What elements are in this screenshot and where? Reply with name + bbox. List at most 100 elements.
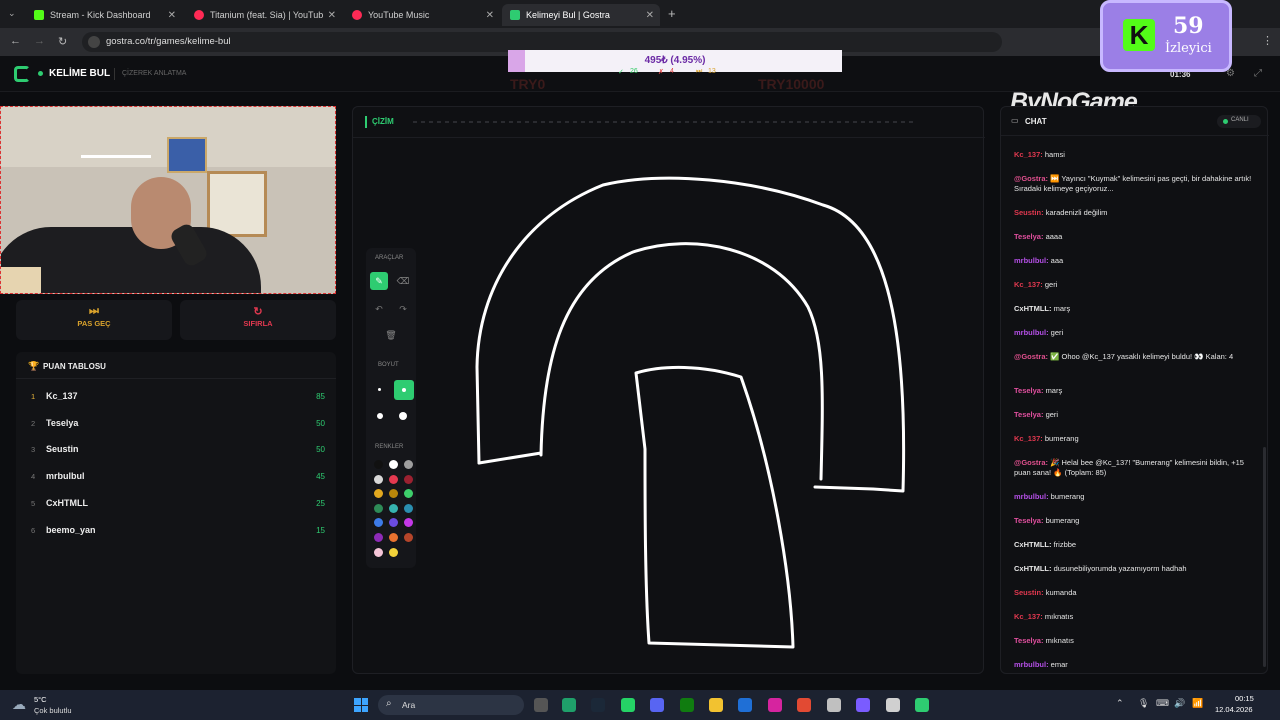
edge-browser-icon[interactable] [738,698,752,712]
chat-username[interactable]: @Gostra: [1014,174,1048,183]
chat-username[interactable]: CxHTMLL: [1014,304,1052,313]
app-icon[interactable] [856,698,870,712]
color-swatch[interactable] [374,474,383,484]
chat-username[interactable]: Teselya: [1014,636,1043,645]
tray-chevron-icon[interactable]: ⌃ [1116,698,1124,709]
chat-text: mıknatıs [1045,636,1074,645]
color-swatch[interactable] [404,474,413,484]
back-icon[interactable]: ← [10,35,21,47]
color-swatch[interactable] [374,489,383,499]
chat-username[interactable]: Teselya: [1014,386,1043,395]
size-small-button[interactable] [378,388,381,391]
close-icon[interactable]: ✕ [328,10,336,21]
site-info-icon[interactable] [88,36,100,48]
color-swatch[interactable] [374,460,383,469]
redo-button[interactable]: ↷ [394,300,412,318]
size-large-button[interactable] [377,413,383,419]
color-swatch[interactable] [389,533,398,542]
color-swatch[interactable] [404,460,413,469]
start-button[interactable] [354,698,368,712]
color-swatch[interactable] [374,547,383,557]
chat-text: dusunebiliyorumda yazamıyorm hadhah [1053,564,1187,573]
leaderboard-row: 2 Teselya 50 [16,415,336,435]
chat-username[interactable]: Teselya: [1014,410,1043,419]
weather-icon[interactable]: ☁ [12,696,26,713]
browser-tab-bar: ⌄ Stream - Kick Dashboard ✕ Titanium (fe… [0,0,1280,28]
chat-username[interactable]: Teselya: [1014,232,1043,241]
fullscreen-icon[interactable]: ⤢ [1254,68,1262,79]
color-swatch[interactable] [404,518,413,528]
discord-icon[interactable] [650,698,664,712]
color-swatch[interactable] [389,489,398,499]
chat-username[interactable]: @Gostra: [1014,352,1048,361]
gostra-app-icon[interactable] [915,698,929,712]
pass-button[interactable]: ⏭ PAS GEÇ [16,300,172,340]
color-swatch[interactable] [374,533,383,542]
chat-username[interactable]: mrbulbul: [1014,660,1049,669]
color-swatch[interactable] [389,518,398,528]
search-box[interactable]: ⌕ Ara [378,695,524,715]
color-swatch[interactable] [374,518,383,528]
tab-list-icon[interactable]: ⌄ [8,8,16,19]
color-swatch[interactable] [404,503,413,513]
new-tab-button[interactable]: + [668,6,676,21]
xbox-icon[interactable] [680,698,694,712]
chat-username[interactable]: Kc_137: [1014,150,1043,159]
wifi-icon[interactable]: 📶 [1192,698,1203,709]
photos-icon[interactable] [827,698,841,712]
undo-button[interactable]: ↶ [370,300,388,318]
volume-icon[interactable]: 🔊 [1174,698,1185,709]
close-icon[interactable]: ✕ [646,10,654,21]
color-swatch[interactable] [389,503,398,513]
color-swatch[interactable] [389,547,398,557]
chat-username[interactable]: Teselya: [1014,516,1043,525]
chat-username[interactable]: CxHTMLL: [1014,540,1052,549]
mic-icon[interactable]: 🎙 [1138,698,1149,709]
menu-icon[interactable]: ⋮ [1262,34,1273,47]
chrome-icon[interactable] [797,698,811,712]
reload-icon[interactable]: ↻ [58,35,67,48]
tab-youtube-music[interactable]: YouTube Music ✕ [344,4,500,26]
file-explorer-icon[interactable] [709,698,723,712]
size-medium-button[interactable] [394,380,414,400]
chat-username[interactable]: Kc_137: [1014,612,1043,621]
tab-kick-dashboard[interactable]: Stream - Kick Dashboard ✕ [26,4,182,26]
chat-username[interactable]: mrbulbul: [1014,256,1049,265]
url-field[interactable]: gostra.co/tr/games/kelime-bul [82,32,1002,52]
network-icon[interactable]: ⌨ [1156,698,1169,709]
player-name: CxHTMLL [46,497,88,508]
trash-button[interactable]: 🗑 [382,326,400,344]
whatsapp-icon[interactable] [621,698,635,712]
instagram-icon[interactable] [768,698,782,712]
close-icon[interactable]: ✕ [486,10,494,21]
color-swatch[interactable] [404,489,413,499]
edge-icon[interactable] [562,698,576,712]
color-swatch[interactable] [404,533,413,542]
chat-username[interactable]: Seustin: [1014,208,1044,217]
chat-username[interactable]: CxHTMLL: [1014,564,1052,573]
size-xlarge-button[interactable] [399,412,407,420]
eraser-tool-button[interactable]: ⌫ [394,272,412,290]
gostra-logo-icon[interactable] [14,66,30,82]
reset-button[interactable]: ↻ SIFIRLA [180,300,336,340]
kick-logo-icon: K [1123,19,1155,51]
pencil-tool-button[interactable]: ✎ [370,272,388,290]
chat-username[interactable]: mrbulbul: [1014,328,1049,337]
chrome-active-icon[interactable] [886,698,900,712]
color-swatch[interactable] [389,460,398,469]
color-swatch[interactable] [374,503,383,513]
steam-icon[interactable] [591,698,605,712]
close-icon[interactable]: ✕ [168,10,176,21]
chat-username[interactable]: Kc_137: [1014,434,1043,443]
taskview-icon[interactable] [534,698,548,712]
tab-kelimeyi-bul[interactable]: Kelimeyi Bul | Gostra ✕ [502,4,660,26]
tab-titanium[interactable]: Titanium (feat. Sia) | YouTub ✕ [186,4,342,26]
chat-username[interactable]: Kc_137: [1014,280,1043,289]
color-swatch[interactable] [389,474,398,484]
chat-username[interactable]: Seustin: [1014,588,1044,597]
chat-username[interactable]: @Gostra: [1014,458,1048,467]
forward-icon[interactable]: → [34,35,45,47]
drawing-surface[interactable] [353,107,985,675]
chat-username[interactable]: mrbulbul: [1014,492,1049,501]
chat-scrollbar[interactable] [1263,447,1266,667]
